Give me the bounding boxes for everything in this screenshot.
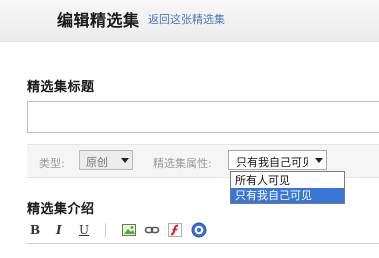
attr-label: 精选集属性:	[153, 157, 212, 170]
link-icon[interactable]	[144, 222, 160, 238]
attr-dropdown-list: 所有人可见 只有我自己可见	[230, 171, 345, 204]
attr-option-public[interactable]: 所有人可见	[231, 173, 344, 188]
type-select[interactable]: 原创	[79, 150, 133, 170]
intro-section-label: 精选集介绍	[27, 202, 95, 217]
attr-select[interactable]: 只有我自己可见	[228, 150, 327, 170]
type-select-value: 原创	[86, 156, 108, 169]
toolbar-divider	[105, 223, 106, 238]
image-icon[interactable]	[121, 222, 137, 238]
title-input[interactable]	[27, 101, 379, 133]
underline-button[interactable]: U	[79, 223, 89, 237]
intro-editor-area[interactable]	[27, 243, 379, 258]
bold-button[interactable]: B	[30, 223, 40, 237]
title-section-label: 精选集标题	[27, 80, 95, 95]
back-link[interactable]: 返回这张精选集	[148, 11, 225, 27]
chevron-down-icon	[315, 158, 323, 163]
italic-button[interactable]: I	[56, 223, 62, 237]
top-bar: 编辑精选集 返回这张精选集	[0, 0, 379, 42]
attr-option-private[interactable]: 只有我自己可见	[231, 188, 344, 203]
attr-select-value: 只有我自己可见	[236, 156, 308, 169]
page-title: 编辑精选集	[57, 11, 140, 30]
flash-icon[interactable]	[167, 222, 183, 238]
help-icon[interactable]	[191, 222, 207, 238]
chevron-down-icon	[121, 158, 129, 163]
editor-toolbar: B I U	[27, 219, 379, 243]
type-label: 类型:	[39, 157, 65, 170]
